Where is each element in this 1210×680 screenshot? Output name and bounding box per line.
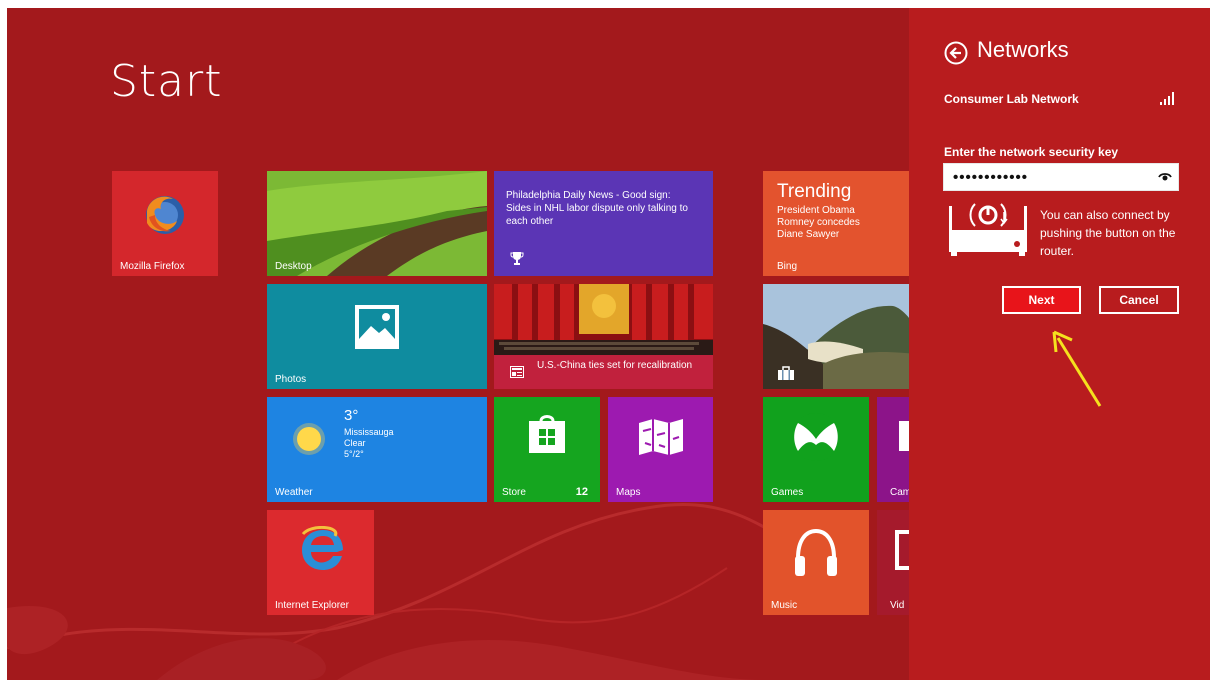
internet-explorer-icon (301, 526, 343, 570)
back-arrow-icon[interactable] (944, 41, 968, 65)
sun-icon (293, 423, 325, 455)
weather-info: Mississauga Clear 5°/2° (344, 427, 394, 460)
tile-label: Weather (275, 487, 313, 498)
trophy-icon (510, 252, 524, 265)
store-badge: 12 (575, 486, 588, 498)
maps-icon (639, 419, 683, 455)
annotation-arrow (1052, 330, 1102, 407)
tile-label: Mozilla Firefox (120, 261, 185, 272)
store-icon (529, 415, 565, 453)
weather-city: Mississauga (344, 427, 394, 437)
xbox-icon (792, 413, 840, 461)
wps-instructions: You can also connect by pushing the butt… (1040, 208, 1176, 258)
headline-image (494, 284, 713, 355)
trending-title: Trending (777, 181, 852, 202)
router-icon (949, 203, 1027, 256)
tile-label: Photos (275, 374, 307, 385)
signal-strength-icon (1160, 92, 1174, 105)
start-title: Start (110, 56, 223, 107)
tile-label: Vid (890, 600, 905, 611)
trending-item: President Obama (777, 205, 855, 216)
security-key-label: Enter the network security key (944, 145, 1119, 159)
cancel-button[interactable]: Cancel (1099, 286, 1179, 314)
trending-item: Romney concedes (777, 217, 860, 228)
tile-maps[interactable]: Maps (608, 397, 713, 502)
tile-music[interactable]: Music (763, 510, 869, 615)
panel-title: Networks (977, 37, 1069, 62)
trending-item: Diane Sawyer (777, 229, 840, 240)
photos-icon (355, 305, 399, 349)
tile-label: Maps (616, 487, 641, 498)
tile-label: Cam (890, 487, 912, 498)
news-headline: Philadelphia Daily News - Good sign: Sid… (506, 190, 688, 227)
travel-icon (778, 366, 794, 380)
headline-text: U.S.-China ties set for recalibration (537, 360, 693, 371)
tile-label: Bing (777, 261, 798, 272)
tile-news[interactable]: Philadelphia Daily News - Good sign: Sid… (494, 171, 713, 276)
tile-label: Music (771, 600, 798, 611)
tile-store[interactable]: Store 12 (494, 397, 600, 502)
tile-photos[interactable]: Photos (267, 284, 487, 389)
tile-desktop[interactable]: Desktop (267, 171, 487, 276)
firefox-icon (146, 196, 184, 234)
headphones-icon (795, 528, 837, 576)
tile-weather[interactable]: 3° Mississauga Clear 5°/2° Weather (267, 397, 487, 502)
network-name[interactable]: Consumer Lab Network (944, 92, 1079, 106)
trending-list: President Obama Romney concedes Diane Sa… (777, 205, 860, 241)
weather-temperature: 3° (344, 407, 359, 424)
weather-range: 5°/2° (344, 449, 364, 459)
tile-headline[interactable]: U.S.-China ties set for recalibration (494, 284, 713, 389)
tile-label: Store (502, 487, 526, 498)
news-icon (510, 366, 524, 378)
tile-label: Desktop (275, 261, 312, 272)
weather-condition: Clear (344, 438, 366, 448)
tile-label: Games (771, 487, 804, 498)
next-button[interactable]: Next (1002, 286, 1081, 314)
tile-internet-explorer[interactable]: Internet Explorer (267, 510, 374, 615)
tile-firefox[interactable]: Mozilla Firefox (112, 171, 218, 276)
reveal-password-icon[interactable] (1158, 170, 1172, 182)
tile-travel[interactable] (763, 284, 915, 389)
tile-trending[interactable]: Trending President Obama Romney concedes… (763, 171, 915, 276)
tile-games[interactable]: Games (763, 397, 869, 502)
security-key-input[interactable] (943, 163, 1179, 191)
tile-label: Internet Explorer (275, 600, 349, 611)
